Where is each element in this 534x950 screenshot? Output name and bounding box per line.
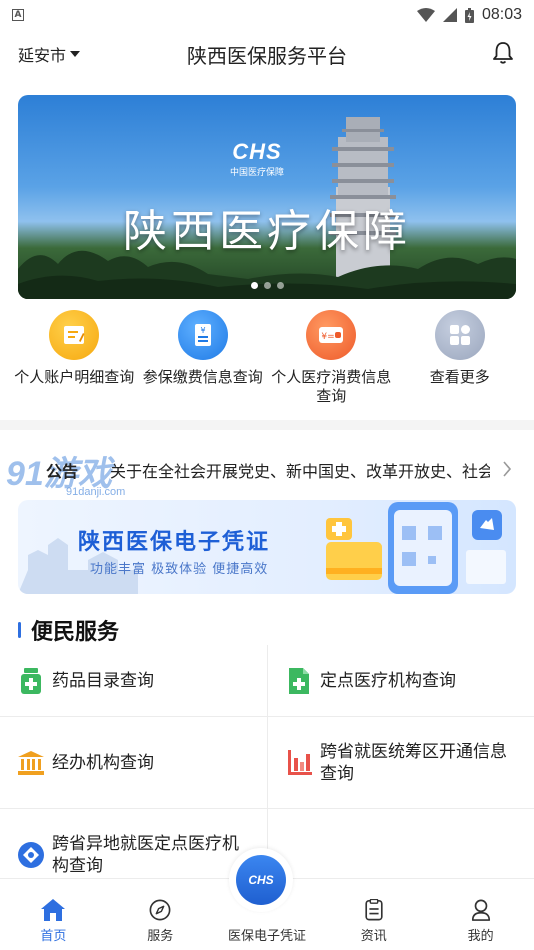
e-voucher-banner[interactable]: 陕西医保电子凭证 功能丰富 极致体验 便捷高效 — [18, 500, 516, 594]
status-time: 08:03 — [481, 6, 522, 23]
watermark-url: 91danji.com — [66, 486, 126, 498]
chevron-right-icon[interactable] — [502, 460, 512, 478]
service-drug-catalog[interactable]: 药品目录查询 — [0, 645, 267, 716]
nav-label: 我的 — [467, 929, 494, 944]
page-title: 陕西医保服务平台 — [187, 44, 347, 68]
carousel-indicator — [18, 282, 516, 289]
quick-action-payment-info[interactable]: ¥ 参保缴费信息查询 — [139, 310, 268, 406]
user-icon — [471, 899, 490, 921]
nav-label: 资讯 — [360, 929, 387, 944]
notice-tag: 公告 — [46, 462, 79, 481]
hero-banner[interactable]: CHS 中国医疗保障 陕西医疗保障 — [18, 95, 516, 299]
svg-text:¥: ¥ — [200, 326, 205, 335]
battery-icon — [464, 7, 474, 23]
medicine-box-icon — [18, 667, 44, 694]
bell-icon[interactable] — [492, 41, 514, 65]
nav-label: 医保电子凭证 — [227, 929, 306, 944]
nav-label: 服务 — [147, 929, 174, 944]
chs-scan-icon: CHS — [236, 855, 286, 905]
signal-icon — [442, 8, 457, 22]
section-divider — [0, 420, 534, 430]
quick-action-label: 参保缴费信息查询 — [142, 368, 263, 386]
service-row: 药品目录查询 定点医疗机构查询 — [0, 645, 534, 717]
service-designated-institution[interactable]: 定点医疗机构查询 — [267, 645, 534, 716]
home-icon — [41, 899, 66, 921]
receipt-icon: ¥ — [177, 310, 228, 360]
quick-action-medical-spending[interactable]: ¥= 个人医疗消费信息查询 — [267, 310, 396, 406]
service-label: 跨省异地就医定点医疗机构查询 — [52, 834, 239, 876]
wifi-icon — [416, 8, 435, 22]
service-agency[interactable]: 经办机构查询 — [0, 717, 267, 808]
nav-home[interactable]: 首页 — [0, 879, 107, 950]
section-header: 便民服务 — [18, 614, 119, 646]
service-label: 跨省就医统筹区开通信息查询 — [320, 741, 507, 784]
wallet-icon: ¥= — [306, 310, 357, 360]
nav-services[interactable]: 服务 — [107, 879, 214, 950]
phone-qr-illustration — [326, 502, 506, 594]
bar-chart-icon — [286, 749, 312, 776]
quick-action-account-detail[interactable]: 个人账户明细查询 — [10, 310, 139, 406]
carousel-dot[interactable] — [276, 282, 284, 289]
news-icon — [365, 899, 383, 921]
svg-text:¥=: ¥= — [322, 332, 335, 342]
promo-title: 陕西医保电子凭证 — [78, 530, 271, 555]
section-accent-bar — [18, 622, 21, 638]
quick-action-label: 个人医疗消费信息查询 — [271, 368, 392, 405]
service-row: 经办机构查询 跨省就医统筹区开通信息查询 — [0, 717, 534, 809]
institution-icon — [18, 750, 44, 776]
chs-logo: CHS 中国医疗保障 — [230, 139, 285, 178]
carousel-dot[interactable] — [263, 282, 271, 289]
e-voucher-scan-button[interactable]: CHS — [229, 848, 293, 912]
compass-icon — [149, 899, 171, 921]
nav-label: 首页 — [40, 929, 67, 944]
quick-actions: 个人账户明细查询 ¥ 参保缴费信息查询 ¥= 个人医疗消费信息查询 查看更多 — [10, 310, 524, 406]
service-label: 经办机构查询 — [52, 752, 154, 773]
medical-file-icon — [286, 667, 312, 694]
promo-subtitle: 功能丰富 极致体验 便捷高效 — [90, 562, 269, 577]
notification-a-icon: A — [12, 9, 24, 21]
status-bar: A 08:03 — [0, 0, 534, 30]
app-header: 延安市 陕西医保服务平台 — [0, 30, 534, 78]
service-label: 药品目录查询 — [52, 670, 154, 691]
quick-action-label: 查看更多 — [429, 368, 490, 386]
location-diamond-icon — [18, 842, 44, 868]
quick-action-label: 个人账户明细查询 — [14, 368, 135, 386]
service-cross-province-areas[interactable]: 跨省就医统筹区开通信息查询 — [267, 717, 534, 808]
notice-text[interactable]: 关于在全社会开展党史、新中国史、改革开放史、社会主义发展史宣传教育的通知 — [110, 458, 490, 482]
grid-icon — [434, 310, 485, 360]
trees-illustration — [18, 250, 516, 299]
chs-scan-label: CHS — [248, 873, 274, 887]
service-label: 定点医疗机构查询 — [320, 670, 456, 691]
quick-action-more[interactable]: 查看更多 — [396, 310, 525, 406]
nav-news[interactable]: 资讯 — [320, 879, 427, 950]
document-icon — [49, 310, 100, 360]
section-title: 便民服务 — [31, 620, 120, 645]
carousel-dot[interactable] — [250, 282, 258, 289]
nav-profile[interactable]: 我的 — [427, 879, 534, 950]
